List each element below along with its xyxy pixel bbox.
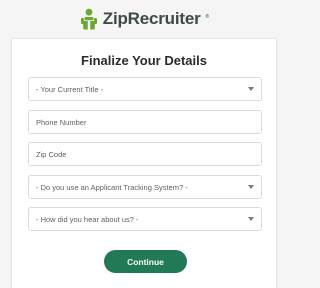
chevron-down-icon — [248, 217, 254, 221]
current-title-select-label: - Your Current Title - — [36, 84, 104, 94]
form-title: Finalize Your Details — [81, 53, 207, 68]
brand-trademark: ® — [205, 14, 210, 20]
phone-number-input[interactable]: Phone Number — [28, 110, 262, 134]
current-title-select[interactable]: - Your Current Title - — [28, 77, 262, 101]
chevron-down-icon — [248, 87, 254, 91]
how-did-you-hear-select-label: - How did you hear about us? - — [36, 214, 139, 224]
chevron-down-icon — [248, 185, 254, 189]
brand-name: ZipRecruiter — [102, 9, 201, 28]
phone-number-placeholder: Phone Number — [36, 117, 87, 127]
applicant-tracking-system-select[interactable]: - Do you use an Applicant Tracking Syste… — [28, 175, 262, 199]
zip-code-placeholder: Zip Code — [36, 149, 67, 159]
how-did-you-hear-select[interactable]: - How did you hear about us? - — [28, 207, 262, 231]
applicant-tracking-system-select-label: - Do you use an Applicant Tracking Syste… — [36, 182, 188, 192]
continue-button[interactable]: Continue — [104, 250, 187, 273]
brand-logo[interactable]: ZipRecruiter ® — [79, 8, 209, 30]
zip-code-input[interactable]: Zip Code — [28, 142, 262, 166]
header: ZipRecruiter ® — [0, 0, 288, 38]
form-card: Finalize Your Details - Your Current Tit… — [11, 38, 277, 288]
ziprecruiter-logo-icon — [80, 8, 97, 30]
